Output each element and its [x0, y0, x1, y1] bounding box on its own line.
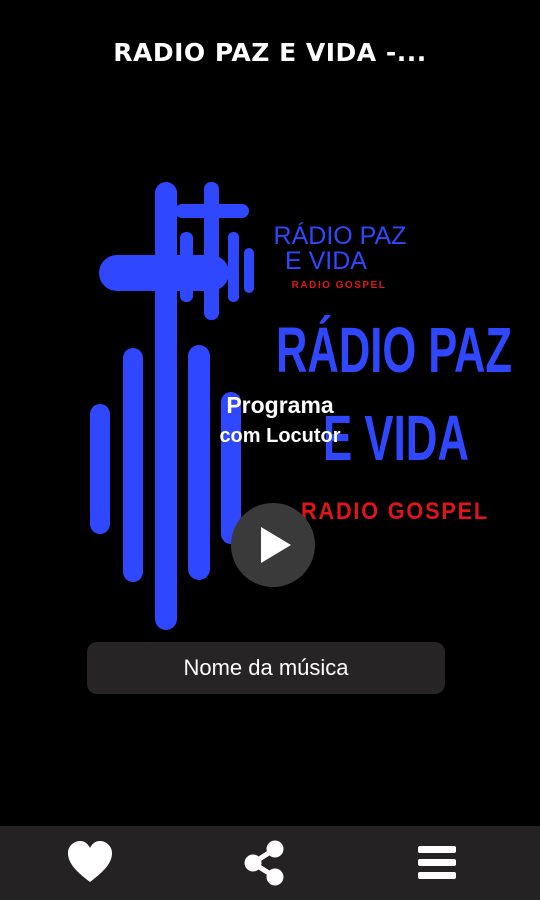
page-title: RADIO PAZ E VIDA -... [113, 38, 427, 67]
menu-button[interactable] [414, 840, 462, 886]
logo-title-big: RÁDIO PAZ [276, 314, 512, 386]
play-button[interactable] [231, 503, 315, 587]
logo-tagline-big: RADIO GOSPEL [301, 498, 489, 525]
radio-app: RADIO PAZ E VIDA -... RÁDIO PAZ E VIDA R… [0, 0, 540, 900]
logo-subtitle-small: E VIDA [285, 247, 367, 275]
program-sublabel: com Locutor [219, 425, 341, 447]
play-icon [261, 527, 291, 563]
program-label: Programa [226, 392, 334, 418]
heart-icon [68, 841, 112, 882]
favorite-button[interactable] [66, 840, 114, 886]
menu-icon [418, 846, 456, 879]
share-button[interactable] [241, 840, 289, 886]
logo-tagline-small: RADIO GOSPEL [292, 280, 387, 291]
bottom-navigation [0, 826, 540, 900]
share-icon [244, 840, 284, 886]
logo-title-small: RÁDIO PAZ [274, 221, 407, 250]
song-name-display: Nome da música [87, 642, 445, 694]
